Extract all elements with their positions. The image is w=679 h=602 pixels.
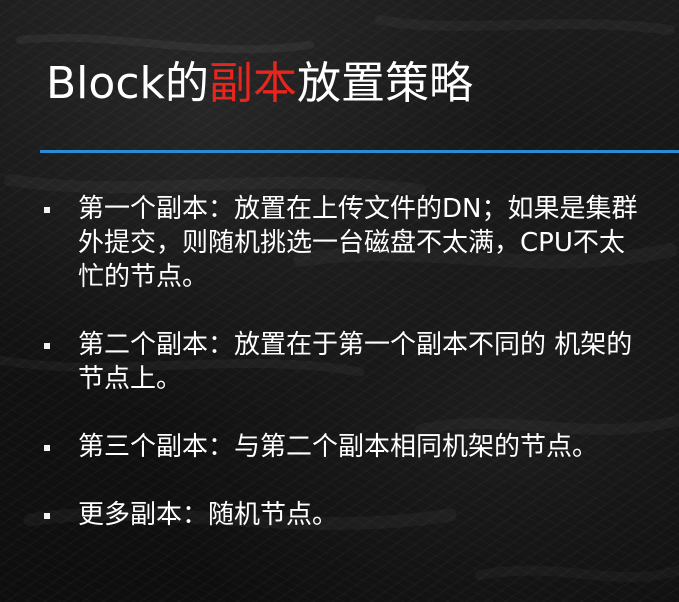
slide-title: Block的副本放置策略 — [46, 62, 473, 106]
title-suffix: 放置策略 — [297, 58, 474, 109]
bullet-text: 第三个副本：与第二个副本相同机架的节点。 — [78, 432, 599, 462]
bullet-marker-icon — [44, 207, 50, 213]
bullet-text: 第二个副本：放置在于第一个副本不同的 机架的节点上。 — [78, 330, 633, 394]
bullet-list: 第一个副本：放置在上传文件的DN；如果是集群外提交，则随机挑选一台磁盘不太满，C… — [44, 192, 644, 532]
bullet-text: 更多副本：随机节点。 — [78, 500, 339, 530]
bullet-marker-icon — [44, 445, 50, 451]
slide: Block的副本放置策略 第一个副本：放置在上传文件的DN；如果是集群外提交，则… — [0, 0, 679, 602]
title-underline — [40, 150, 679, 153]
bullet-text: 第一个副本：放置在上传文件的DN；如果是集群外提交，则随机挑选一台磁盘不太满，C… — [78, 194, 638, 292]
bullet-item-first-replica: 第一个副本：放置在上传文件的DN；如果是集群外提交，则随机挑选一台磁盘不太满，C… — [44, 192, 644, 294]
bullet-marker-icon — [44, 343, 50, 349]
title-highlight: 副本 — [209, 58, 298, 109]
title-prefix: Block的 — [46, 58, 210, 109]
bullet-item-third-replica: 第三个副本：与第二个副本相同机架的节点。 — [44, 430, 644, 464]
bullet-marker-icon — [44, 513, 50, 519]
bullet-item-more-replicas: 更多副本：随机节点。 — [44, 498, 644, 532]
bullet-item-second-replica: 第二个副本：放置在于第一个副本不同的 机架的节点上。 — [44, 328, 644, 396]
